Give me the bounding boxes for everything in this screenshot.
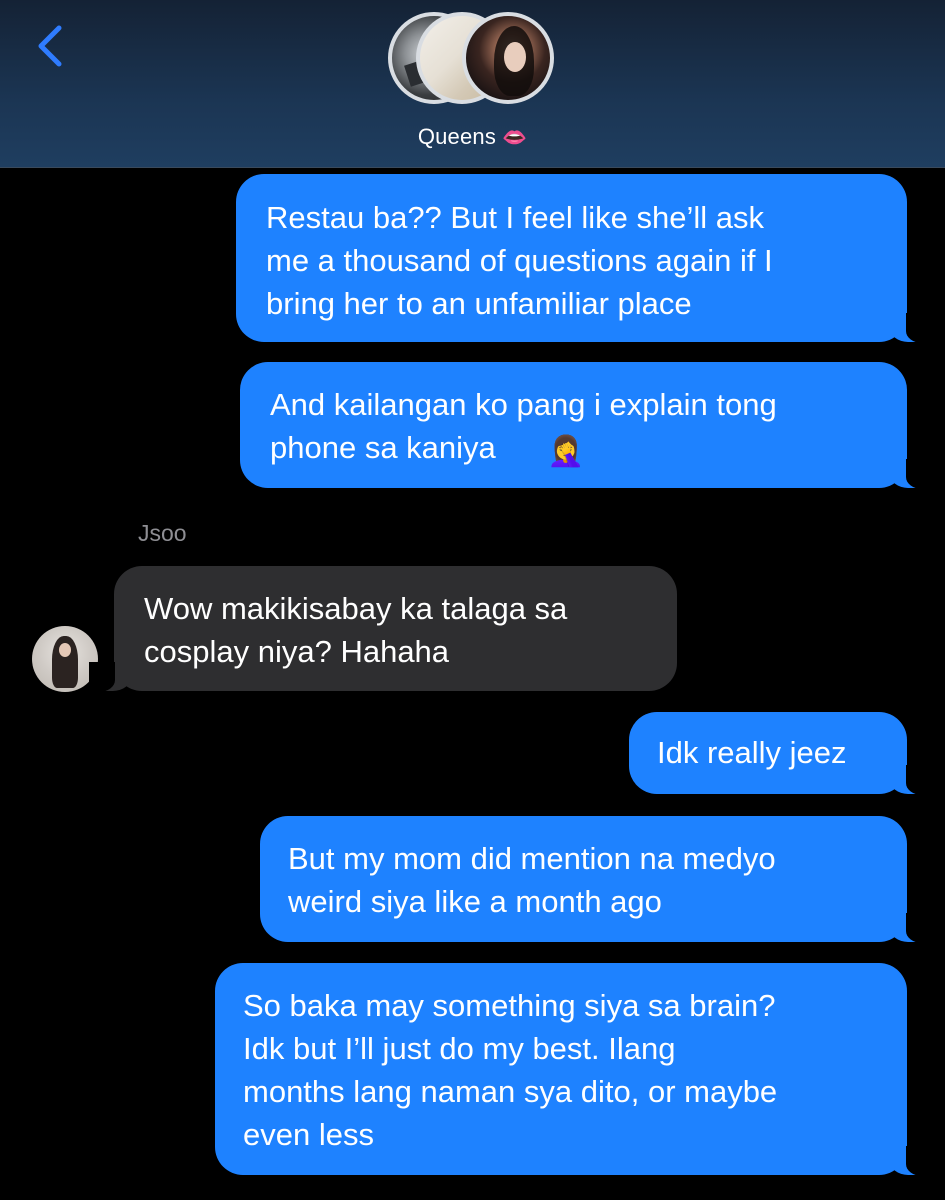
message-text: But my mom did mention na medyo weird si… [288, 841, 776, 919]
back-button[interactable] [22, 18, 78, 74]
outgoing-message-bubble[interactable]: Idk really jeez [629, 712, 932, 795]
conversation-header: Queens 👄 [0, 0, 945, 168]
outgoing-message-bubble[interactable]: So baka may something siya sa brain? Idk… [215, 963, 932, 1176]
group-name: Queens [417, 124, 497, 149]
message-text: So baka may something siya sa brain? Idk… [243, 988, 778, 1152]
outgoing-message-bubble[interactable]: But my mom did mention na medyo weird si… [260, 816, 932, 943]
facepalm-emoji: 🤦‍♀️ [547, 434, 585, 469]
outgoing-message-bubble[interactable]: Restau ba?? But I feel like she’ll ask m… [236, 174, 932, 343]
group-member-avatar [462, 12, 554, 104]
message-text: Wow makikisabay ka talaga sa cosplay niy… [144, 591, 568, 669]
sender-name: Jsoo [138, 520, 187, 546]
group-avatar-stack[interactable] [388, 12, 558, 108]
outgoing-message-bubble[interactable]: And kailangan ko pang i explain tong pho… [240, 362, 932, 489]
incoming-message-bubble[interactable]: Wow makikisabay ka talaga sa cosplay niy… [89, 566, 677, 692]
lips-emoji: 👄 [502, 127, 528, 149]
chat-screen: Queens 👄 Restau ba?? But I feel like she’… [0, 0, 945, 1200]
message-text: Restau ba?? But I feel like she’ll ask m… [266, 200, 773, 321]
message-text: Idk really jeez [657, 735, 847, 770]
group-title[interactable]: Queens 👄 [0, 124, 945, 150]
chevron-left-icon [38, 25, 62, 67]
